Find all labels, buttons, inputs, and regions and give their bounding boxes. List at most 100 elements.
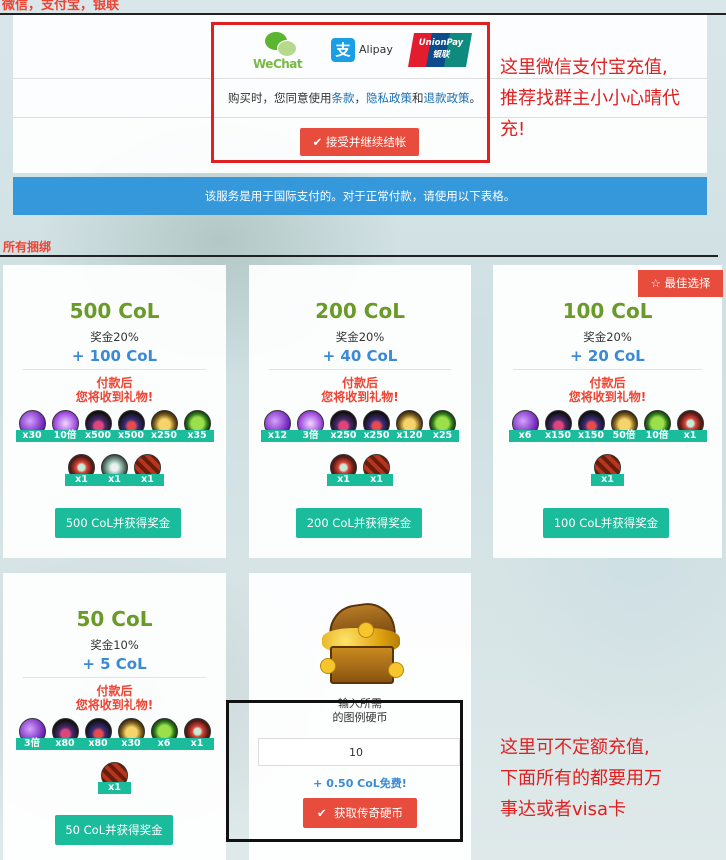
payment-logos: WeChat 支 Alipay UnionPay 银联 (253, 28, 473, 73)
wechat-logo[interactable]: WeChat (253, 28, 311, 73)
reward-item[interactable]: x35 (180, 410, 214, 448)
item-row-2: x1 (3, 762, 226, 800)
item-quantity: x1 (591, 474, 624, 486)
item-quantity: 50倍 (607, 430, 641, 442)
reward-item[interactable]: x25 (426, 410, 459, 448)
bundle-plus: + 20 CoL (570, 347, 645, 365)
bundle-col-amount: 500 CoL (69, 299, 160, 323)
alipay-logo[interactable]: 支 Alipay (331, 38, 397, 66)
accept-checkout-label: 接受并继续结帐 (325, 135, 407, 149)
reward-item[interactable]: x500 (114, 410, 148, 448)
reward-item[interactable]: x150 (541, 410, 575, 448)
check-icon: ✔ (317, 806, 327, 820)
item-row-1: x30 10倍 x500 x500 x250 x35 (3, 410, 226, 448)
item-quantity: x35 (180, 430, 214, 442)
reward-item[interactable]: 3倍 (294, 410, 327, 448)
reward-item[interactable]: 10倍 (640, 410, 674, 448)
reward-item[interactable]: 10倍 (48, 410, 82, 448)
reward-item[interactable]: x80 (81, 718, 115, 756)
item-quantity: x80 (81, 738, 115, 750)
divider (23, 677, 206, 678)
reward-item[interactable]: x80 (48, 718, 82, 756)
reward-item[interactable]: x1 (360, 454, 393, 492)
bundle-buy-button[interactable]: 500 CoL并获得奖金 (55, 508, 181, 538)
bundle-plus: + 40 CoL (322, 347, 398, 365)
reward-item[interactable]: x120 (393, 410, 426, 448)
item-quantity: x12 (261, 430, 294, 442)
item-row-1: x6 x150 x150 50倍 10倍 x1 (493, 410, 722, 448)
item-quantity: x1 (180, 738, 214, 750)
reward-item[interactable]: x12 (261, 410, 294, 448)
reward-item[interactable]: x1 (673, 410, 707, 448)
accept-checkout-button[interactable]: ✔ 接受并继续结帐 (300, 128, 419, 156)
gift-text: 付款后 您将收到礼物! (568, 376, 647, 404)
reward-item[interactable]: x150 (574, 410, 608, 448)
bundle-bonus: 奖金10% (90, 638, 139, 652)
wechat-label: WeChat (253, 57, 303, 71)
star-icon: ☆ (650, 276, 661, 290)
reward-item[interactable]: x1 (98, 762, 131, 800)
item-quantity: x500 (81, 430, 115, 442)
annotation-top: 这里微信支付宝充值, 推荐找群主小小心晴代 充! (500, 57, 680, 140)
get-legend-coins-button[interactable]: ✔ 获取传奇硬币 (303, 798, 417, 828)
reward-item[interactable]: x1 (131, 454, 164, 492)
reward-item[interactable]: x30 (114, 718, 148, 756)
unionpay-logo[interactable]: UnionPay 银联 (408, 33, 472, 67)
item-quantity: 3倍 (294, 430, 327, 442)
reward-item[interactable]: x500 (81, 410, 115, 448)
reward-item[interactable]: x1 (180, 718, 214, 756)
item-quantity: x1 (98, 474, 131, 486)
bundle-col-amount: 200 CoL (315, 299, 405, 323)
reward-item[interactable]: 3倍 (15, 718, 49, 756)
bundle-buy-button[interactable]: 200 CoL并获得奖金 (296, 508, 422, 538)
bundle-buy-button[interactable]: 50 CoL并获得奖金 (55, 815, 173, 845)
get-legend-coins-label: 获取传奇硬币 (333, 806, 403, 820)
alipay-label: Alipay (359, 43, 393, 56)
section-title: 所有捆绑 (3, 240, 52, 254)
unionpay-label: UnionPay 银联 (418, 38, 464, 60)
item-quantity: x500 (114, 430, 148, 442)
reward-item[interactable]: 50倍 (607, 410, 641, 448)
divider (269, 369, 451, 370)
reward-item[interactable]: x1 (327, 454, 360, 492)
reward-item[interactable]: x6 (147, 718, 181, 756)
item-quantity: x1 (673, 430, 707, 442)
bundle-col-amount: 50 CoL (76, 607, 153, 631)
top-bar: 微信，支付宝，银联 (0, 0, 726, 14)
item-row-2: x1 (493, 454, 722, 492)
reward-item[interactable]: x6 (508, 410, 542, 448)
item-quantity: x250 (360, 430, 393, 442)
reward-item[interactable]: x1 (591, 454, 624, 492)
bundle-bonus: 奖金20% (583, 330, 632, 344)
coin-amount-input[interactable] (258, 738, 460, 766)
item-quantity: x80 (48, 738, 82, 750)
refund-link[interactable]: 退款政策 (424, 91, 470, 105)
bundle-bonus: 奖金20% (335, 330, 385, 344)
item-quantity: x1 (65, 474, 98, 486)
gift-text: 付款后 您将收到礼物! (75, 684, 154, 712)
reward-item[interactable]: x250 (147, 410, 181, 448)
section-divider (0, 255, 718, 257)
item-quantity: x1 (98, 782, 131, 794)
item-quantity: x150 (541, 430, 575, 442)
item-row-2: x1 x1 x1 (3, 454, 226, 492)
bundle-bonus: 奖金20% (90, 330, 139, 344)
user-info[interactable] (150, 0, 240, 6)
reward-item[interactable]: x1 (98, 454, 131, 492)
item-quantity: x1 (131, 474, 164, 486)
terms-link[interactable]: 条款 (332, 91, 355, 105)
reward-item[interactable]: x250 (327, 410, 360, 448)
custom-bonus-text: + 0.50 CoL免费! (313, 777, 407, 790)
reward-item[interactable]: x30 (15, 410, 49, 448)
reward-item[interactable]: x250 (360, 410, 393, 448)
divider (513, 369, 702, 370)
reward-item[interactable]: x1 (65, 454, 98, 492)
item-quantity: x6 (508, 430, 542, 442)
privacy-link[interactable]: 隐私政策 (366, 91, 412, 105)
bundle-buy-button[interactable]: 100 CoL并获得奖金 (543, 508, 669, 538)
item-quantity: 10倍 (640, 430, 674, 442)
gift-text: 付款后 您将收到礼物! (75, 376, 154, 404)
bundle-card: 500 CoL 奖金20% + 100 CoL 付款后 您将收到礼物! x30 1… (3, 265, 226, 558)
item-row-1: 3倍 x80 x80 x30 x6 x1 (3, 718, 226, 756)
item-quantity: x120 (393, 430, 426, 442)
